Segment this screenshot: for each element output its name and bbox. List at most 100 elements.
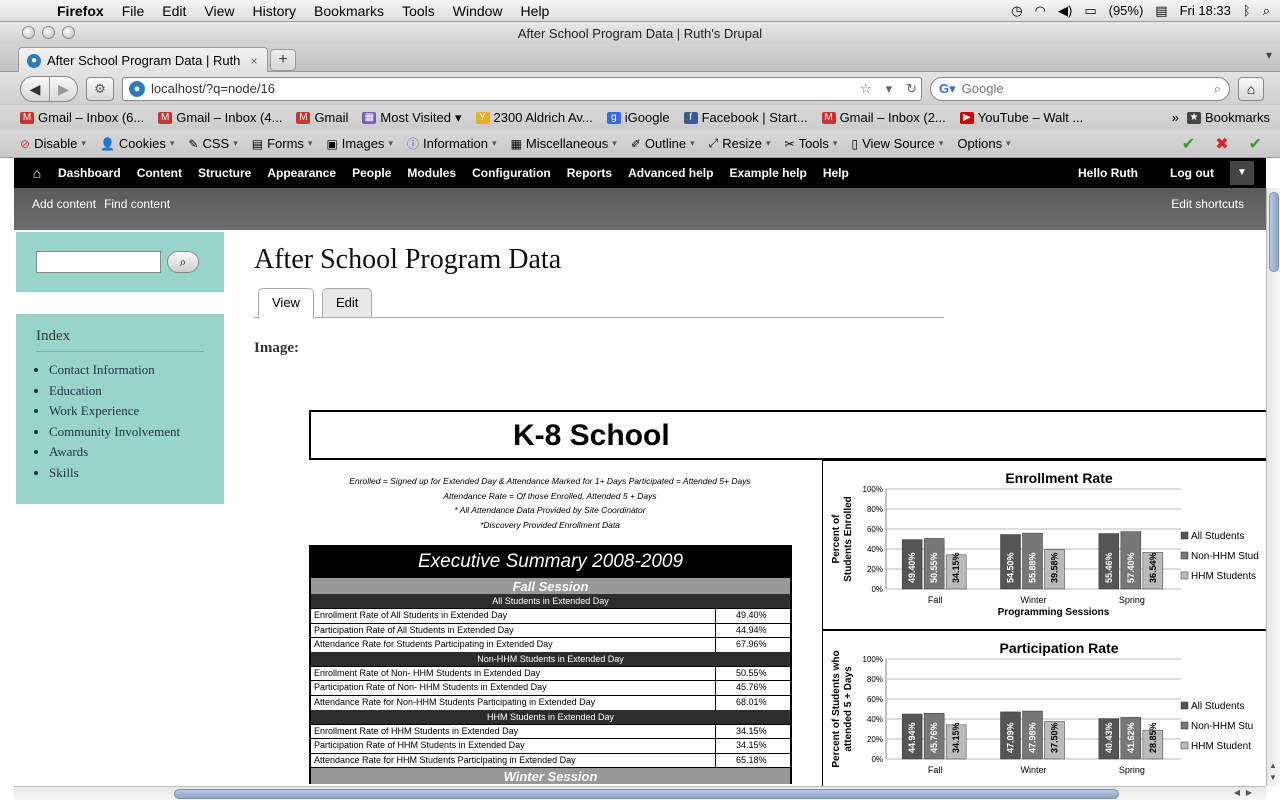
- tab-view[interactable]: View: [258, 288, 314, 319]
- menu-file[interactable]: File: [113, 0, 154, 22]
- bookmark-star-icon[interactable]: ☆: [856, 81, 876, 97]
- toolbar-modules[interactable]: Modules: [399, 158, 464, 188]
- menu-view[interactable]: View: [195, 0, 243, 22]
- menu-tools[interactable]: Tools: [393, 0, 444, 22]
- site-search-input[interactable]: [36, 251, 161, 273]
- tab-list-icon[interactable]: ▾: [1266, 48, 1272, 62]
- bookmark-item[interactable]: M Gmail – Inbox (2...: [821, 110, 946, 125]
- new-tab-button[interactable]: +: [270, 49, 296, 71]
- toolbar-content[interactable]: Content: [129, 158, 190, 188]
- vertical-scrollbar[interactable]: ▲ ▼: [1266, 188, 1280, 786]
- css-valid-check-icon[interactable]: ✔: [1182, 134, 1195, 154]
- dev-css[interactable]: ✎ CSS ▾: [188, 136, 237, 151]
- find-content-link[interactable]: Find content: [104, 197, 178, 221]
- shortcuts-toggle-icon[interactable]: ▼: [1230, 161, 1254, 185]
- battery-icon[interactable]: ▭: [1084, 0, 1096, 22]
- dev-information[interactable]: ⓘ Information ▾: [407, 135, 497, 152]
- index-link-community[interactable]: Community Involvement: [49, 422, 204, 443]
- hello-user-link[interactable]: Hello Ruth: [1070, 158, 1146, 188]
- dev-options[interactable]: Options ▾: [957, 136, 1010, 151]
- reload-icon[interactable]: ↻: [902, 81, 921, 97]
- bookmark-item[interactable]: Y 2300 Aldrich Av...: [475, 110, 593, 125]
- bluetooth-icon[interactable]: ᛒ: [1243, 0, 1251, 22]
- toolbar-configuration[interactable]: Configuration: [464, 158, 559, 188]
- edit-shortcuts-link[interactable]: Edit shortcuts: [1171, 197, 1266, 221]
- dev-forms[interactable]: ▤ Forms ▾: [252, 136, 313, 151]
- js-error-icon[interactable]: ✖: [1215, 134, 1228, 154]
- vertical-scroll-thumb[interactable]: [1269, 192, 1279, 272]
- browser-tab[interactable]: ● After School Program Data | Ruth... ×: [18, 47, 268, 73]
- clock[interactable]: Fri 18:33: [1180, 0, 1231, 22]
- zoom-window-icon[interactable]: [62, 26, 75, 39]
- toolbar-advanced-help[interactable]: Advanced help: [620, 158, 721, 188]
- close-tab-icon[interactable]: ×: [247, 54, 261, 68]
- url-text[interactable]: localhost/?q=node/16: [151, 81, 850, 96]
- scroll-left-icon[interactable]: ◀: [1234, 788, 1240, 797]
- toolbar-people[interactable]: People: [344, 158, 399, 188]
- wifi-icon[interactable]: ◠: [1035, 0, 1046, 22]
- bookmarks-menu-button[interactable]: ★ Bookmarks: [1186, 110, 1270, 125]
- flag-icon[interactable]: ▤: [1155, 0, 1167, 22]
- site-identity-icon[interactable]: ●: [129, 80, 145, 97]
- index-link-work[interactable]: Work Experience: [49, 401, 204, 422]
- dev-tools[interactable]: ✂ Tools ▾: [785, 136, 838, 151]
- home-icon[interactable]: ⌂: [24, 165, 50, 181]
- menu-help[interactable]: Help: [512, 0, 559, 22]
- bookmarks-overflow-icon[interactable]: »: [1172, 110, 1179, 125]
- forward-icon[interactable]: ▶: [49, 76, 77, 101]
- bookmark-item[interactable]: ▶ YouTube – Walt ...: [959, 110, 1083, 125]
- bookmark-item[interactable]: g iGoogle: [606, 110, 670, 125]
- toolbar-help[interactable]: Help: [815, 158, 857, 188]
- dev-outline[interactable]: ✐ Outline ▾: [631, 136, 695, 151]
- menu-edit[interactable]: Edit: [153, 0, 195, 22]
- close-window-icon[interactable]: [22, 26, 35, 39]
- toolbar-reports[interactable]: Reports: [559, 158, 620, 188]
- spotlight-icon[interactable]: ⌕: [1263, 0, 1270, 22]
- home-icon[interactable]: ⌂: [1238, 76, 1264, 101]
- search-icon[interactable]: ⌕: [1214, 81, 1221, 97]
- bookmark-item[interactable]: f Facebook | Start...: [683, 110, 808, 125]
- url-dropdown-icon[interactable]: ▾: [882, 81, 897, 97]
- apple-icon[interactable]: [20, 3, 36, 19]
- toolbar-structure[interactable]: Structure: [190, 158, 259, 188]
- dev-cookies[interactable]: 👤 Cookies ▾: [100, 136, 174, 151]
- add-content-link[interactable]: Add content: [14, 197, 104, 221]
- toolbar-example-help[interactable]: Example help: [721, 158, 814, 188]
- scroll-down-icon[interactable]: ▼: [1269, 773, 1277, 782]
- index-link-contact[interactable]: Contact Information: [49, 360, 204, 381]
- toolbar-dashboard[interactable]: Dashboard: [50, 158, 129, 188]
- tab-edit[interactable]: Edit: [321, 288, 373, 317]
- google-engine-icon[interactable]: G▾: [939, 81, 956, 97]
- extension-icon[interactable]: ⚙: [86, 76, 114, 101]
- menu-app[interactable]: Firefox: [48, 0, 113, 22]
- toolbar-appearance[interactable]: Appearance: [259, 158, 344, 188]
- minimize-window-icon[interactable]: [42, 26, 55, 39]
- bookmark-item[interactable]: M Gmail: [296, 110, 348, 125]
- menu-bookmarks[interactable]: Bookmarks: [305, 0, 393, 22]
- dev-view-source[interactable]: ▯ View Source ▾: [851, 136, 943, 151]
- dev-disable[interactable]: ⊘ Disable ▾: [20, 136, 86, 151]
- menu-window[interactable]: Window: [444, 0, 512, 22]
- search-submit-icon[interactable]: ⌕: [167, 251, 199, 273]
- dev-miscellaneous[interactable]: ▦ Miscellaneous ▾: [511, 136, 617, 151]
- dev-resize[interactable]: ⤢ Resize ▾: [709, 136, 771, 151]
- horizontal-scroll-thumb[interactable]: [174, 789, 1119, 799]
- index-link-awards[interactable]: Awards: [49, 442, 204, 463]
- index-link-skills[interactable]: Skills: [49, 463, 204, 484]
- volume-icon[interactable]: ◀): [1058, 0, 1072, 22]
- url-bar[interactable]: ● localhost/?q=node/16 ☆ ▾ ↻: [122, 76, 922, 101]
- index-link-education[interactable]: Education: [49, 381, 204, 402]
- dev-images[interactable]: ▣ Images ▾: [326, 136, 393, 151]
- bookmark-item[interactable]: M Gmail – Inbox (4...: [158, 110, 282, 125]
- back-icon[interactable]: ◀: [21, 77, 49, 101]
- bookmark-item[interactable]: M Gmail – Inbox (6...: [20, 110, 144, 125]
- scroll-up-icon[interactable]: ▲: [1269, 761, 1277, 770]
- bookmark-item[interactable]: ▦ Most Visited ▾: [362, 110, 462, 126]
- horizontal-scrollbar[interactable]: ◀ ▶: [14, 786, 1266, 800]
- search-placeholder[interactable]: Google: [962, 81, 1208, 96]
- menu-history[interactable]: History: [243, 0, 305, 22]
- scroll-right-icon[interactable]: ▶: [1246, 788, 1252, 797]
- html-valid-check-icon[interactable]: ✔: [1249, 134, 1262, 154]
- logout-link[interactable]: Log out: [1162, 158, 1222, 188]
- search-bar[interactable]: G▾ Google ⌕: [930, 76, 1230, 101]
